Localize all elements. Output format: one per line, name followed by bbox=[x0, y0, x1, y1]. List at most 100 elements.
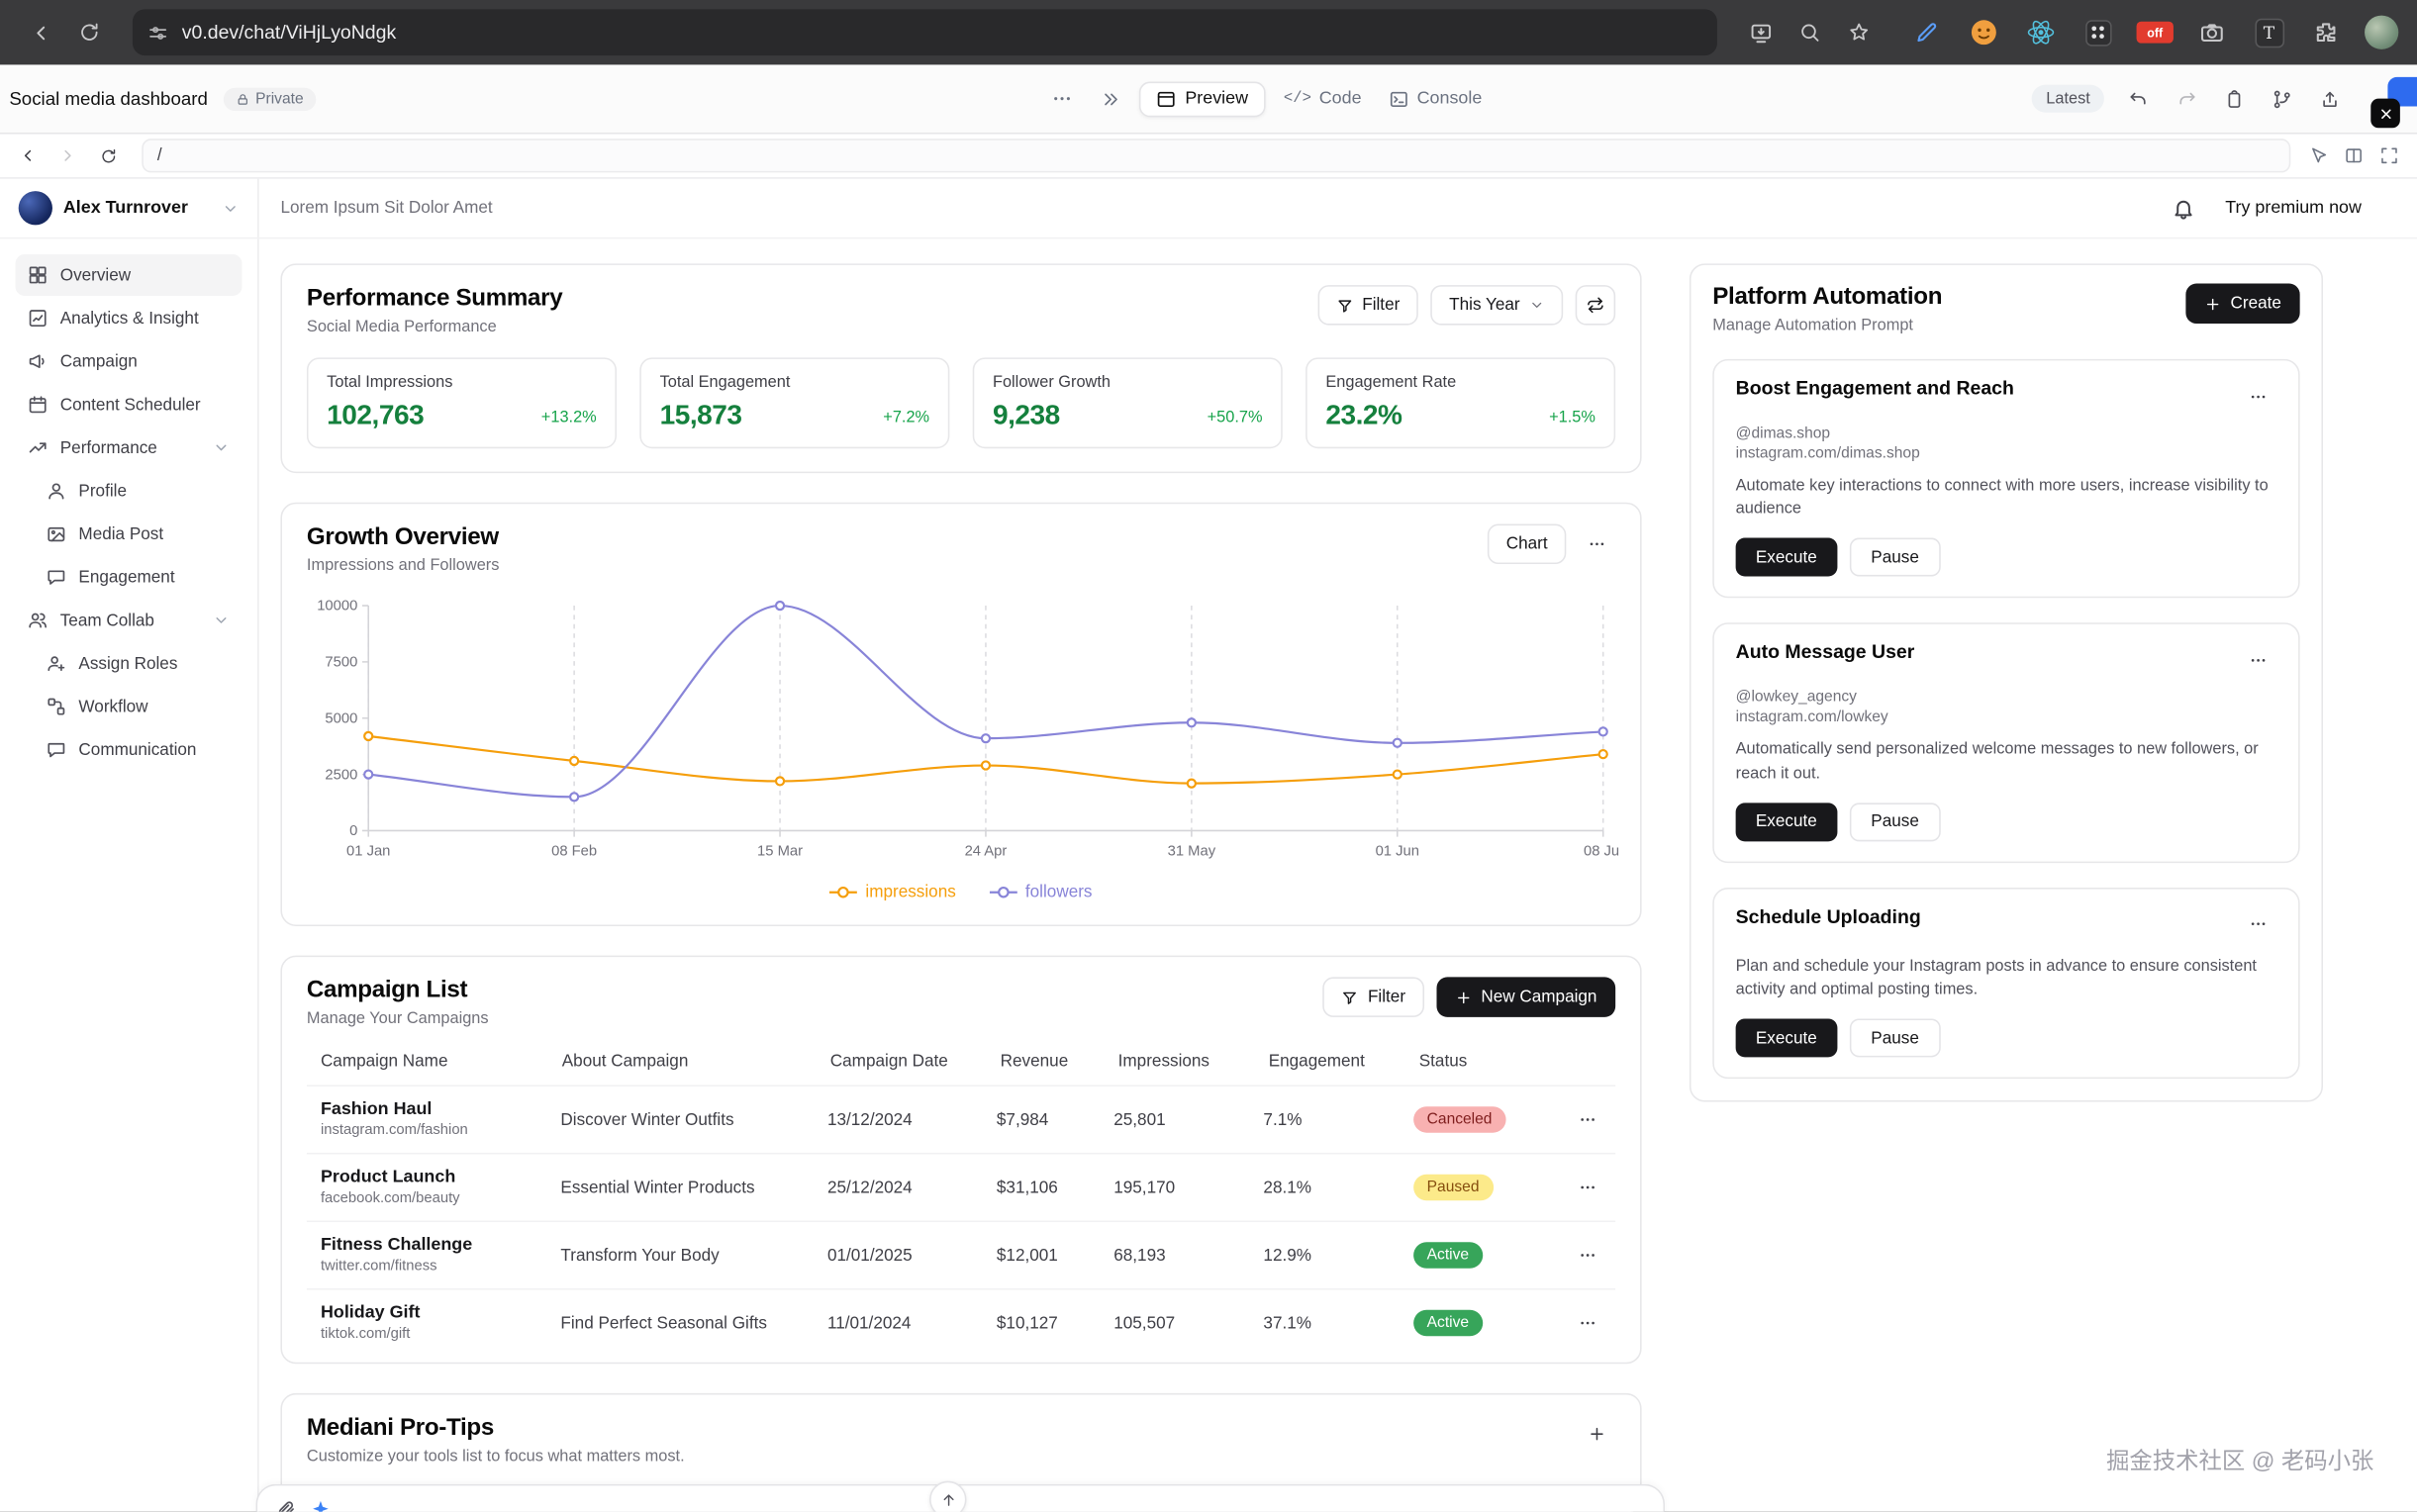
user-plus-icon bbox=[47, 653, 66, 673]
pause-button[interactable]: Pause bbox=[1849, 538, 1940, 577]
sidebar-item-analytics[interactable]: Analytics & Insight bbox=[16, 298, 242, 339]
table-row: Product Launchfacebook.com/beauty Essent… bbox=[307, 1153, 1615, 1221]
extension-react-icon[interactable] bbox=[2022, 14, 2059, 50]
extension-monkey-icon[interactable] bbox=[1966, 14, 2002, 50]
row-menu-button[interactable] bbox=[1569, 1237, 1605, 1274]
extensions-puzzle-icon[interactable] bbox=[2307, 14, 2344, 50]
row-menu-button[interactable] bbox=[1569, 1169, 1605, 1205]
main-content: Performance Summary Social Media Perform… bbox=[259, 238, 2417, 1511]
versions-button[interactable] bbox=[2217, 80, 2254, 117]
bookmark-star-icon[interactable] bbox=[1837, 11, 1881, 54]
bell-icon[interactable] bbox=[2172, 197, 2194, 220]
sidebar-item-profile[interactable]: Profile bbox=[16, 470, 242, 512]
fork-button[interactable] bbox=[2265, 80, 2301, 117]
automation-menu-button[interactable] bbox=[2240, 378, 2276, 415]
legend-item-impressions[interactable]: impressions bbox=[830, 883, 956, 901]
sidebar-item-performance[interactable]: Performance bbox=[16, 426, 242, 468]
private-badge: Private bbox=[223, 87, 316, 110]
row-menu-button[interactable] bbox=[1569, 1101, 1605, 1138]
tab-console[interactable]: Console bbox=[1380, 82, 1491, 115]
code-icon: </> bbox=[1284, 90, 1311, 107]
svg-text:08 Jul: 08 Jul bbox=[1584, 843, 1618, 859]
browser-chrome: v0.dev/chat/ViHjLyoNdgk off T bbox=[0, 0, 2417, 64]
preview-back-button[interactable] bbox=[12, 141, 43, 171]
svg-text:7500: 7500 bbox=[325, 655, 357, 671]
sidebar-item-assign-roles[interactable]: Assign Roles bbox=[16, 642, 242, 684]
campaign-filter-button[interactable]: Filter bbox=[1323, 977, 1424, 1016]
preview-path-field[interactable]: / bbox=[142, 139, 2290, 172]
browser-profile-avatar[interactable] bbox=[2365, 16, 2398, 49]
create-automation-button[interactable]: Create bbox=[2185, 284, 2299, 324]
execute-button[interactable]: Execute bbox=[1736, 1019, 1837, 1058]
sidebar-user[interactable]: Alex Turnrover bbox=[0, 179, 259, 237]
close-overlay-button[interactable] bbox=[2370, 99, 2400, 129]
browser-back-button[interactable] bbox=[19, 11, 62, 54]
tab-preview[interactable]: Preview bbox=[1139, 81, 1266, 117]
preview-refresh-button[interactable] bbox=[92, 141, 123, 171]
sidebar-item-engagement[interactable]: Engagement bbox=[16, 556, 242, 598]
preview-forward-button[interactable] bbox=[52, 141, 83, 171]
extension-grid-icon[interactable] bbox=[2079, 14, 2116, 50]
execute-button[interactable]: Execute bbox=[1736, 538, 1837, 577]
new-campaign-button[interactable]: New Campaign bbox=[1436, 977, 1615, 1016]
fullscreen-icon[interactable] bbox=[2380, 146, 2399, 165]
extension-t-icon[interactable]: T bbox=[2251, 14, 2287, 50]
row-menu-button[interactable] bbox=[1569, 1304, 1605, 1341]
share-button[interactable] bbox=[2312, 80, 2349, 117]
pause-button[interactable]: Pause bbox=[1849, 1019, 1940, 1058]
automation-card: Auto Message User @lowkey_agency instagr… bbox=[1712, 623, 2299, 863]
sidebar-item-media-post[interactable]: Media Post bbox=[16, 514, 242, 555]
address-bar[interactable]: v0.dev/chat/ViHjLyoNdgk bbox=[133, 9, 1717, 55]
select-element-icon[interactable] bbox=[2309, 146, 2328, 165]
svg-text:5000: 5000 bbox=[325, 710, 357, 726]
growth-menu-button[interactable] bbox=[1579, 525, 1615, 562]
extension-pencil-icon[interactable] bbox=[1908, 14, 1945, 50]
execute-button[interactable]: Execute bbox=[1736, 803, 1837, 841]
sidebar-item-overview[interactable]: Overview bbox=[16, 254, 242, 296]
growth-overview-card: Growth Overview Impressions and Follower… bbox=[280, 503, 1641, 926]
extension-camera-icon[interactable] bbox=[2193, 14, 2230, 50]
collapse-panel-button[interactable] bbox=[1091, 82, 1129, 115]
redo-button[interactable] bbox=[2169, 80, 2205, 117]
svg-text:0: 0 bbox=[349, 823, 357, 839]
more-options-button[interactable] bbox=[1042, 82, 1082, 116]
try-premium-button[interactable]: Try premium now bbox=[2225, 199, 2362, 218]
automation-menu-button[interactable] bbox=[2240, 906, 2276, 943]
browser-refresh-button[interactable] bbox=[68, 11, 112, 54]
chevron-down-icon[interactable] bbox=[222, 200, 239, 217]
legend-item-followers[interactable]: followers bbox=[990, 883, 1092, 901]
calendar-icon bbox=[28, 395, 48, 415]
cast-screen-icon[interactable] bbox=[1739, 11, 1783, 54]
filter-button[interactable]: Filter bbox=[1317, 285, 1418, 325]
sidebar-item-campaign[interactable]: Campaign bbox=[16, 340, 242, 382]
breadcrumb: Lorem Ipsum Sit Dolor Amet bbox=[280, 199, 492, 218]
automation-card: Boost Engagement and Reach @dimas.shop i… bbox=[1712, 359, 2299, 599]
chart-type-button[interactable]: Chart bbox=[1488, 524, 1566, 564]
undo-button[interactable] bbox=[2121, 80, 2158, 117]
sidebar-item-communication[interactable]: Communication bbox=[16, 729, 242, 771]
table-row: Holiday Gifttiktok.com/gift Find Perfect… bbox=[307, 1288, 1615, 1357]
sidebar-item-content-scheduler[interactable]: Content Scheduler bbox=[16, 384, 242, 425]
svg-text:15 Mar: 15 Mar bbox=[757, 843, 803, 859]
metric-total-engagement: Total Engagement 15,873+7.2% bbox=[639, 357, 949, 448]
zoom-icon[interactable] bbox=[1789, 11, 1832, 54]
analytics-icon bbox=[28, 308, 48, 328]
pause-button[interactable]: Pause bbox=[1849, 803, 1940, 841]
sidebar-item-workflow[interactable]: Workflow bbox=[16, 686, 242, 727]
automation-menu-button[interactable] bbox=[2240, 642, 2276, 679]
period-select[interactable]: This Year bbox=[1430, 285, 1563, 325]
chart-legend: impressions followers bbox=[307, 883, 1615, 901]
user-icon bbox=[47, 481, 66, 501]
refresh-metrics-button[interactable] bbox=[1576, 285, 1615, 325]
pro-tips-expand-button[interactable] bbox=[1579, 1415, 1615, 1452]
extension-off-badge[interactable]: off bbox=[2137, 14, 2174, 50]
scroll-to-bottom-button[interactable] bbox=[929, 1481, 966, 1512]
tab-code[interactable]: </> Code bbox=[1275, 83, 1371, 114]
table-row: Fashion Haulinstagram.com/fashion Discov… bbox=[307, 1085, 1615, 1153]
lock-icon bbox=[236, 92, 249, 106]
split-view-icon[interactable] bbox=[2345, 146, 2364, 165]
sidebar-item-team-collab[interactable]: Team Collab bbox=[16, 600, 242, 641]
site-settings-icon[interactable] bbox=[148, 23, 168, 43]
app-header-row: Alex Turnrover Lorem Ipsum Sit Dolor Ame… bbox=[0, 179, 2417, 239]
preview-nav-tools bbox=[2309, 146, 2405, 165]
